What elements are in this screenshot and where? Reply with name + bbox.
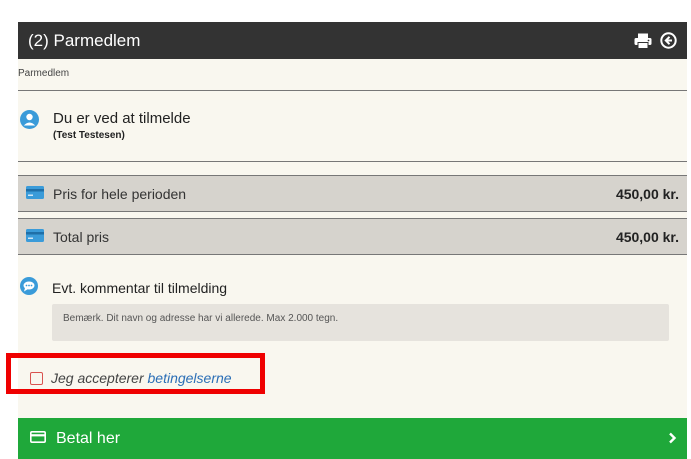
panel-header: (2) Parmedlem bbox=[18, 22, 687, 59]
breadcrumb: Parmedlem bbox=[18, 68, 70, 79]
panel-title: (2) Parmedlem bbox=[28, 30, 141, 50]
credit-card-icon bbox=[26, 228, 44, 245]
header-actions bbox=[634, 32, 677, 49]
terms-link[interactable]: betingelserne bbox=[148, 370, 232, 386]
price-row-period: Pris for hele perioden 450,00 kr. bbox=[18, 175, 687, 212]
price-value: 450,00 kr. bbox=[615, 228, 679, 245]
credit-card-icon bbox=[30, 430, 46, 448]
comment-section: Evt. kommentar til tilmelding Bemærk. Di… bbox=[18, 255, 687, 341]
price-label: Pris for hele perioden bbox=[53, 185, 187, 202]
credit-card-icon bbox=[26, 185, 44, 202]
comment-label: Evt. kommentar til tilmelding bbox=[52, 279, 228, 296]
arrow-circle-left-icon[interactable] bbox=[660, 32, 677, 49]
pay-label: Betal her bbox=[56, 429, 121, 447]
price-row-total: Total pris 450,00 kr. bbox=[18, 218, 687, 255]
terms-prefix: Jeg accepterer bbox=[51, 370, 144, 386]
comment-placeholder: Bemærk. Dit navn og adresse har vi aller… bbox=[63, 313, 339, 324]
chevron-right-icon bbox=[668, 431, 677, 447]
registrant-info: Du er ved at tilmelde (Test Testesen) bbox=[18, 91, 687, 161]
terms-row: Jeg accepterer betingelserne bbox=[18, 341, 687, 386]
price-label: Total pris bbox=[53, 228, 110, 245]
comment-textarea[interactable]: Bemærk. Dit navn og adresse har vi aller… bbox=[52, 304, 669, 341]
registration-panel: (2) Parmedlem Parmedlem Du er ved at til… bbox=[18, 22, 687, 459]
terms-checkbox[interactable] bbox=[30, 371, 43, 385]
print-icon[interactable] bbox=[634, 33, 652, 49]
registrant-heading: Du er ved at tilmelde bbox=[53, 110, 191, 127]
pay-button[interactable]: Betal her bbox=[18, 418, 687, 459]
chat-bubble-icon bbox=[20, 277, 38, 298]
price-value: 450,00 kr. bbox=[615, 185, 679, 202]
registrant-name: (Test Testesen) bbox=[53, 130, 125, 141]
user-circle-icon bbox=[20, 110, 39, 134]
